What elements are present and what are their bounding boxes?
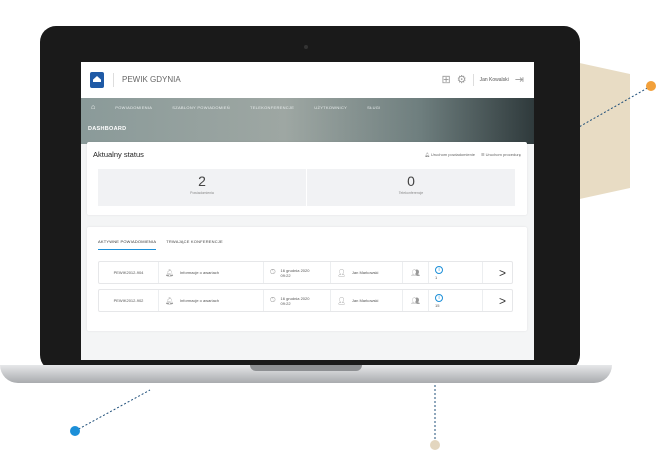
notification-list: PEWIK2012-904 🔔︎ Informacje o awariach 🕓︎…	[98, 261, 513, 317]
user-name[interactable]: Jan Kowalski	[472, 74, 509, 86]
row-info-count: 1	[435, 274, 438, 280]
tab-active-notifications[interactable]: AKTYWNE POWIADOMIENIA	[98, 239, 157, 250]
nav-item-notifications[interactable]: POWIADOMIENIA	[115, 105, 152, 110]
grid-icon[interactable]: ⊞	[442, 74, 451, 86]
table-row[interactable]: PEWIK2012-902 🔔︎ Informacje o awariach 🕓︎…	[98, 289, 513, 312]
start-notification-label: Uruchom powiadomienie	[430, 152, 475, 157]
notifications-card: AKTYWNE POWIADOMIENIA TRWAJĄCE KONFERENC…	[87, 227, 527, 331]
decorative-dot-orange	[646, 81, 656, 91]
row-time: 09:22	[280, 272, 291, 278]
clock-icon: 🕓︎	[270, 268, 276, 276]
laptop-notch	[250, 365, 362, 371]
counter-label: Powiadomienia	[190, 191, 214, 195]
group-icon: 👥︎	[411, 269, 420, 277]
nav-item-templates[interactable]: SZABLONY POWIADOMIEŃ	[172, 105, 230, 110]
clock-icon: 🕓︎	[270, 296, 276, 304]
counter-notifications[interactable]: 2 Powiadomienia	[98, 169, 307, 206]
info-icon: i	[435, 293, 443, 302]
row-id: PEWIK2012-904	[99, 262, 159, 283]
logo-icon[interactable]	[90, 72, 104, 88]
main-nav: ⌂ POWIADOMIENIA SZABLONY POWIADOMIEŃ TEL…	[91, 104, 381, 111]
counter-value: 2	[198, 173, 206, 189]
info-icon: i	[435, 265, 443, 274]
group-icon: 👥︎	[411, 297, 420, 305]
start-notification-button[interactable]: 🔔︎ Uruchom powiadomienie	[425, 152, 475, 157]
start-procedure-label: Uruchom procedurę	[485, 152, 521, 157]
bell-icon: 🔔︎	[165, 269, 174, 277]
start-procedure-button[interactable]: ☰ Uruchom procedurę	[481, 152, 521, 157]
user-icon: 👤︎	[337, 269, 346, 277]
row-id: PEWIK2012-902	[99, 290, 159, 311]
row-info-count: 15	[435, 302, 440, 308]
row-user: Jan Markowski	[351, 270, 379, 275]
row-time: 09:22	[280, 300, 291, 306]
counter-label: Telekonferencje	[398, 191, 424, 195]
nav-item-services[interactable]: SŁUGI	[367, 105, 381, 110]
decorative-dot-beige	[430, 440, 440, 450]
row-user: Jan Markowski	[351, 298, 379, 303]
app-screen: PEWIK GDYNIA ⊞ ⚙ Jan Kowalski ⇥ ⌂ POWIAD…	[81, 62, 534, 360]
counter-teleconferences[interactable]: 0 Telekonferencje	[307, 169, 515, 206]
counter-value: 0	[407, 173, 415, 189]
user-icon: 👤︎	[337, 297, 346, 305]
list-tabs: AKTYWNE POWIADOMIENIA TRWAJĄCE KONFERENC…	[98, 239, 223, 250]
page-title: DASHBOARD	[88, 126, 127, 132]
chevron-right-icon[interactable]: >	[493, 290, 512, 311]
row-type: Informacje o awariach	[179, 270, 220, 275]
status-counters: 2 Powiadomienia 0 Telekonferencje	[98, 169, 515, 206]
nav-item-users[interactable]: UŻYTKOWNICY	[314, 105, 347, 110]
gear-icon[interactable]: ⚙	[457, 74, 467, 86]
bell-icon: 🔔︎	[165, 297, 174, 305]
status-card: Aktualny status 🔔︎ Uruchom powiadomienie…	[87, 142, 527, 215]
brand-name: PEWIK GDYNIA	[113, 73, 181, 87]
tab-ongoing-conferences[interactable]: TRWAJĄCE KONFERENCJE	[166, 239, 223, 250]
decorative-dot-blue	[70, 426, 80, 436]
table-row[interactable]: PEWIK2012-904 🔔︎ Informacje o awariach 🕓︎…	[98, 261, 513, 284]
chevron-right-icon[interactable]: >	[493, 262, 512, 283]
nav-band: ⌂ POWIADOMIENIA SZABLONY POWIADOMIEŃ TEL…	[81, 98, 534, 144]
row-type: Informacje o awariach	[179, 298, 220, 303]
top-bar: PEWIK GDYNIA ⊞ ⚙ Jan Kowalski ⇥	[81, 62, 534, 98]
laptop-camera	[304, 45, 308, 49]
status-title: Aktualny status	[93, 150, 144, 159]
nav-item-teleconferences[interactable]: TELEKONFERENCJE	[250, 105, 294, 110]
home-icon[interactable]: ⌂	[91, 104, 95, 111]
logout-icon[interactable]: ⇥	[515, 74, 524, 86]
